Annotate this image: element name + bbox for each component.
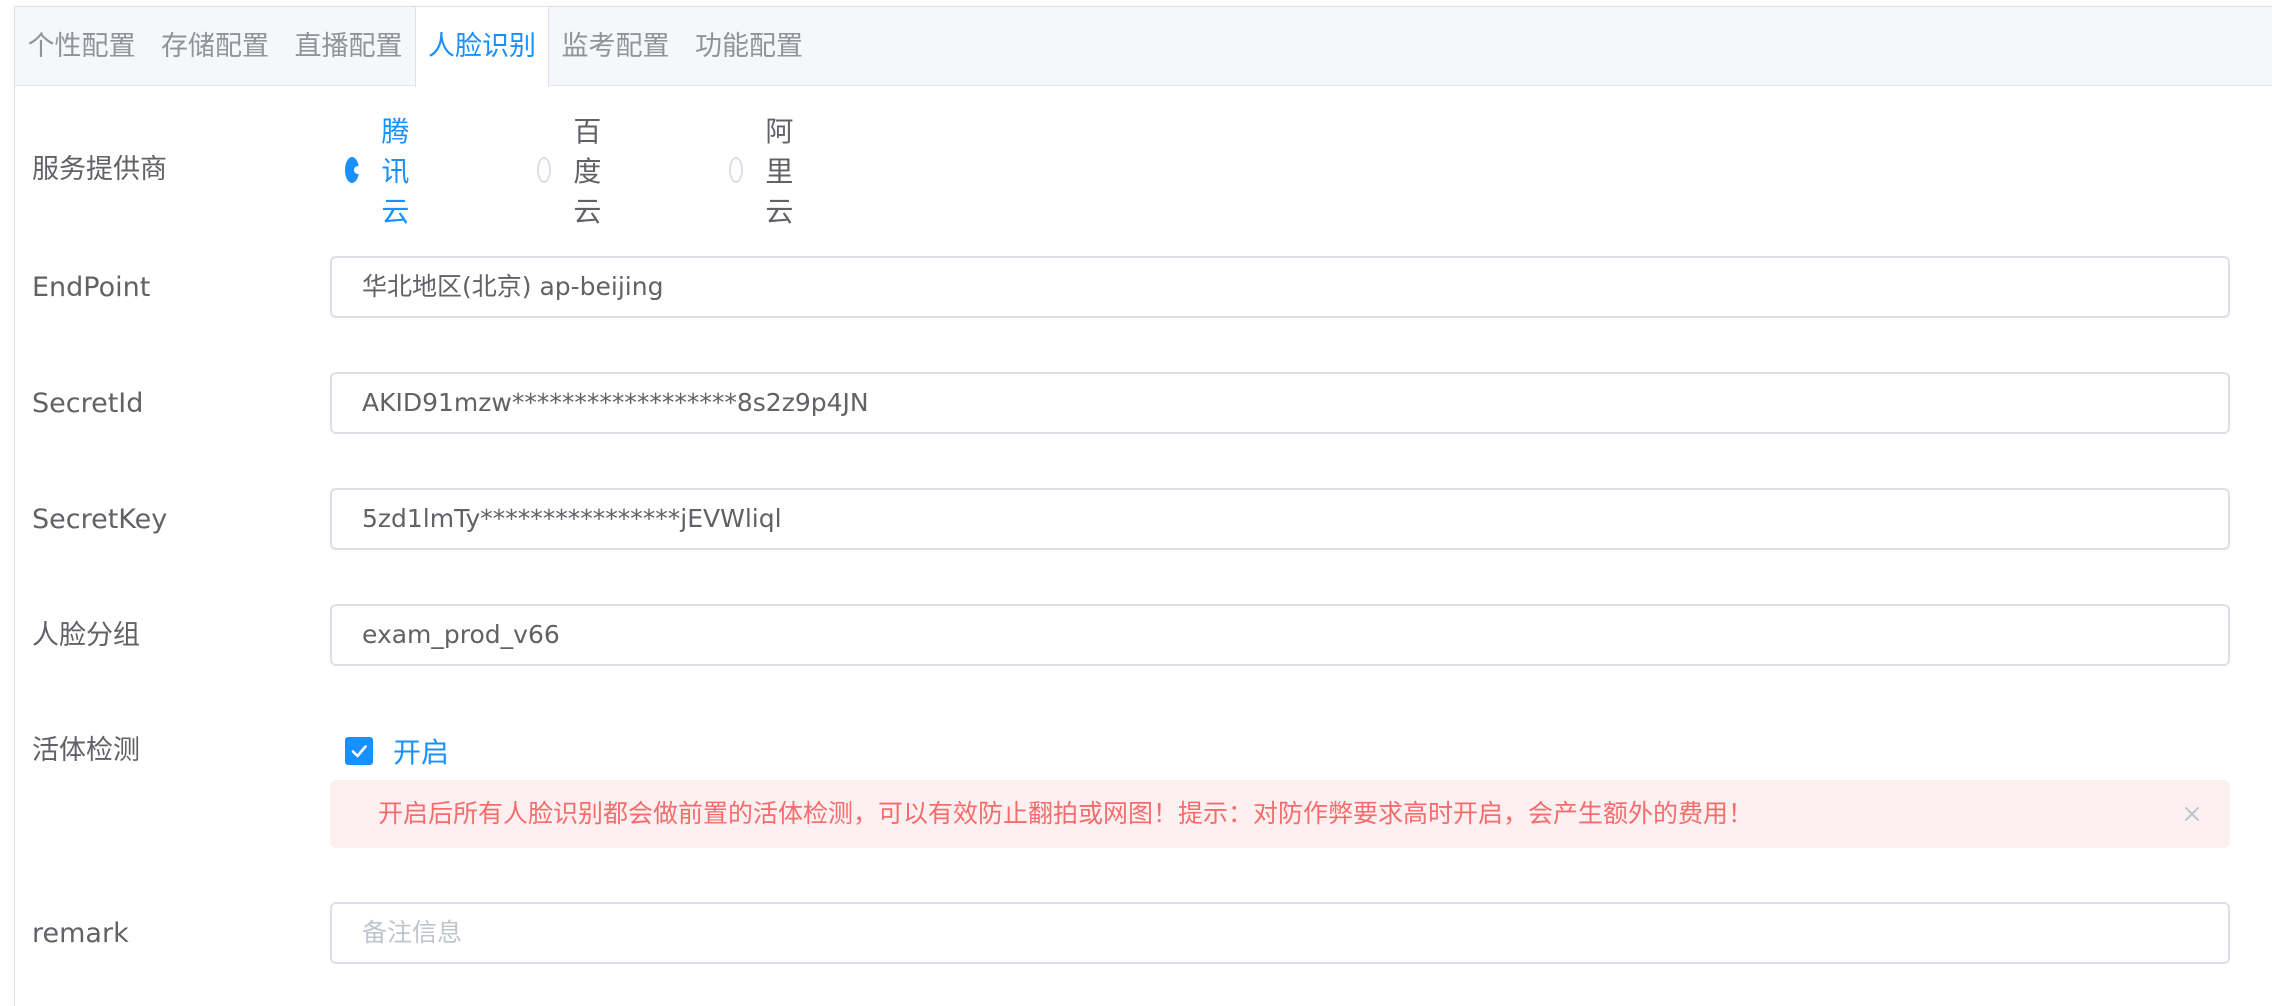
radio-tencent[interactable]: 腾讯云 xyxy=(345,115,421,228)
endpoint-select[interactable]: 华北地区(北京) ap-beijing xyxy=(330,256,2230,318)
tab-face-recognition[interactable]: 人脸识别 xyxy=(415,7,549,87)
liveness-label: 活体检测 xyxy=(32,735,140,766)
liveness-checkbox-label: 开启 xyxy=(393,736,450,769)
liveness-checkbox[interactable]: 开启 xyxy=(345,733,449,769)
tab-live-config[interactable]: 直播配置 xyxy=(282,7,415,86)
radio-baidu[interactable]: 百度云 xyxy=(537,115,613,228)
radio-aliyun-label: 阿里云 xyxy=(765,115,794,228)
remark-label: remark xyxy=(32,918,129,949)
provider-label: 服务提供商 xyxy=(32,154,167,185)
radio-tencent-label: 腾讯云 xyxy=(381,115,410,228)
face-group-label: 人脸分组 xyxy=(32,620,140,651)
radio-aliyun[interactable]: 阿里云 xyxy=(729,115,805,228)
liveness-alert: 开启后所有人脸识别都会做前置的活体检测，可以有效防止翻拍或网图！提示：对防作弊要… xyxy=(330,780,2230,848)
radio-checked-icon xyxy=(345,157,363,183)
remark-input[interactable]: 备注信息 xyxy=(330,902,2230,964)
secret-id-input[interactable]: AKID91mzw******************8s2z9p4JN xyxy=(330,372,2230,434)
tab-bar: 个性配置 存储配置 直播配置 人脸识别 监考配置 功能配置 xyxy=(15,7,2272,87)
tab-proctor-config[interactable]: 监考配置 xyxy=(549,7,682,86)
face-group-input[interactable]: exam_prod_v66 xyxy=(330,604,2230,666)
endpoint-label: EndPoint xyxy=(32,272,151,303)
radio-baidu-label: 百度云 xyxy=(573,115,602,228)
tab-personal-config[interactable]: 个性配置 xyxy=(15,7,148,86)
secret-id-label: SecretId xyxy=(32,388,144,419)
tab-feature-config[interactable]: 功能配置 xyxy=(682,7,816,86)
radio-unchecked-icon xyxy=(729,157,744,183)
radio-unchecked-icon xyxy=(537,157,552,183)
close-icon[interactable] xyxy=(2178,800,2206,828)
secret-key-label: SecretKey xyxy=(32,504,168,535)
liveness-alert-text: 开启后所有人脸识别都会做前置的活体检测，可以有效防止翻拍或网图！提示：对防作弊要… xyxy=(378,799,1754,828)
secret-key-input[interactable]: 5zd1lmTy****************jEVWliql xyxy=(330,488,2230,550)
check-icon xyxy=(345,737,373,765)
tab-storage-config[interactable]: 存储配置 xyxy=(148,7,282,86)
